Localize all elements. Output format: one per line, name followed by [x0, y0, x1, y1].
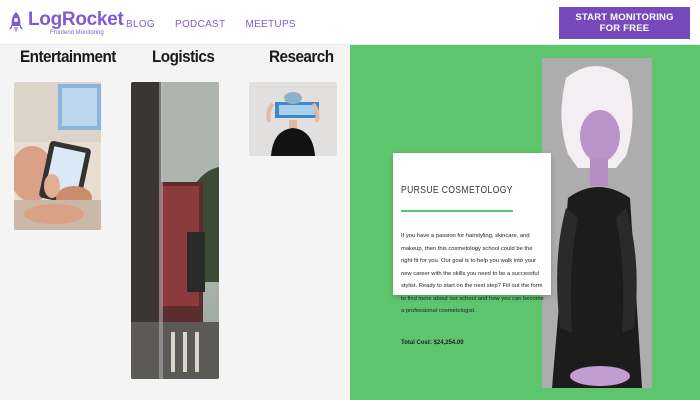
logo-name: LogRocket [28, 9, 124, 30]
logistics-photo[interactable] [131, 82, 219, 379]
category-title-entertainment: Entertainment [20, 47, 116, 66]
logrocket-logo[interactable]: LogRocket Frontend Monitoring [8, 8, 124, 38]
rocket-icon [9, 12, 23, 33]
start-monitoring-button[interactable]: START MONITORING FOR FREE [559, 7, 690, 39]
main-nav: BLOG PODCAST MEETUPS [126, 19, 296, 30]
entertainment-photo[interactable] [14, 82, 101, 230]
promo-divider [401, 210, 513, 212]
promo-title: PURSUE COSMETOLOGY [401, 185, 513, 196]
nav-meetups[interactable]: MEETUPS [245, 19, 295, 30]
category-title-research: Research [269, 47, 334, 66]
model-photo [542, 58, 652, 388]
research-photo[interactable] [249, 82, 337, 156]
nav-blog[interactable]: BLOG [126, 19, 155, 30]
logo-tagline: Frontend Monitoring [50, 30, 104, 36]
nav-podcast[interactable]: PODCAST [175, 19, 225, 30]
promo-body: If you have a passion for hairstyling, s… [401, 233, 544, 314]
promo-total-cost: Total Cost: $24,254.00 [401, 340, 464, 346]
category-title-logistics: Logistics [152, 47, 215, 66]
top-header: LogRocket Frontend Monitoring BLOG PODCA… [0, 0, 700, 45]
